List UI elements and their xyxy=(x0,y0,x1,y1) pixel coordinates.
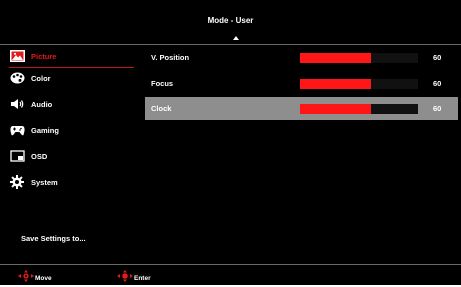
dpad-enter-icon xyxy=(117,269,133,287)
osd-footer: Move Enter xyxy=(0,265,461,285)
sidebar-item-picture[interactable]: Picture xyxy=(9,45,134,68)
setting-row-clock[interactable]: Clock 60 xyxy=(145,97,458,120)
speaker-icon xyxy=(9,97,25,111)
sidebar-item-label: Gaming xyxy=(31,125,59,135)
save-settings-item[interactable]: Save Settings to... xyxy=(21,234,86,243)
sidebar-item-system[interactable]: System xyxy=(9,171,134,193)
slider-fill xyxy=(300,79,371,89)
sidebar-item-label: OSD xyxy=(31,151,48,161)
setting-label: Clock xyxy=(151,104,172,113)
setting-value: 60 xyxy=(433,79,442,88)
enter-hint: Enter xyxy=(117,269,151,287)
sidebar-item-osd[interactable]: OSD xyxy=(9,145,134,167)
setting-value: 60 xyxy=(433,104,442,113)
sidebar-item-label: Color xyxy=(31,73,51,83)
setting-value: 60 xyxy=(433,53,442,62)
osd-header: Mode - User xyxy=(0,0,461,34)
setting-row-v-position[interactable]: V. Position 60 xyxy=(145,46,458,69)
dpad-move-icon xyxy=(18,269,34,287)
gamepad-icon xyxy=(9,123,25,137)
sidebar-item-audio[interactable]: Audio xyxy=(9,93,134,115)
sidebar-item-label: System xyxy=(31,177,58,187)
sidebar-item-label: Audio xyxy=(31,99,53,109)
osd-menu: Mode - User Picture Color Audio Gaming O… xyxy=(0,0,461,285)
slider-fill xyxy=(300,104,371,114)
enter-label: Enter xyxy=(134,274,151,282)
color-palette-icon xyxy=(9,71,25,85)
setting-row-focus[interactable]: Focus 60 xyxy=(145,72,458,95)
sidebar-item-label: Picture xyxy=(31,51,57,61)
slider-fill xyxy=(300,53,371,63)
sidebar-item-color[interactable]: Color xyxy=(9,67,134,89)
move-hint: Move xyxy=(18,269,52,287)
setting-label: V. Position xyxy=(151,53,190,62)
move-label: Move xyxy=(35,274,52,282)
gear-icon xyxy=(9,175,25,189)
setting-label: Focus xyxy=(151,79,174,88)
mode-title: Mode - User xyxy=(207,16,254,25)
sidebar-item-gaming[interactable]: Gaming xyxy=(9,119,134,141)
scroll-up-arrow-icon xyxy=(233,36,239,40)
setting-slider[interactable] xyxy=(300,53,418,63)
setting-slider[interactable] xyxy=(300,79,418,89)
picture-icon xyxy=(9,49,25,63)
osd-window-icon xyxy=(9,149,25,163)
setting-slider[interactable] xyxy=(300,104,418,114)
